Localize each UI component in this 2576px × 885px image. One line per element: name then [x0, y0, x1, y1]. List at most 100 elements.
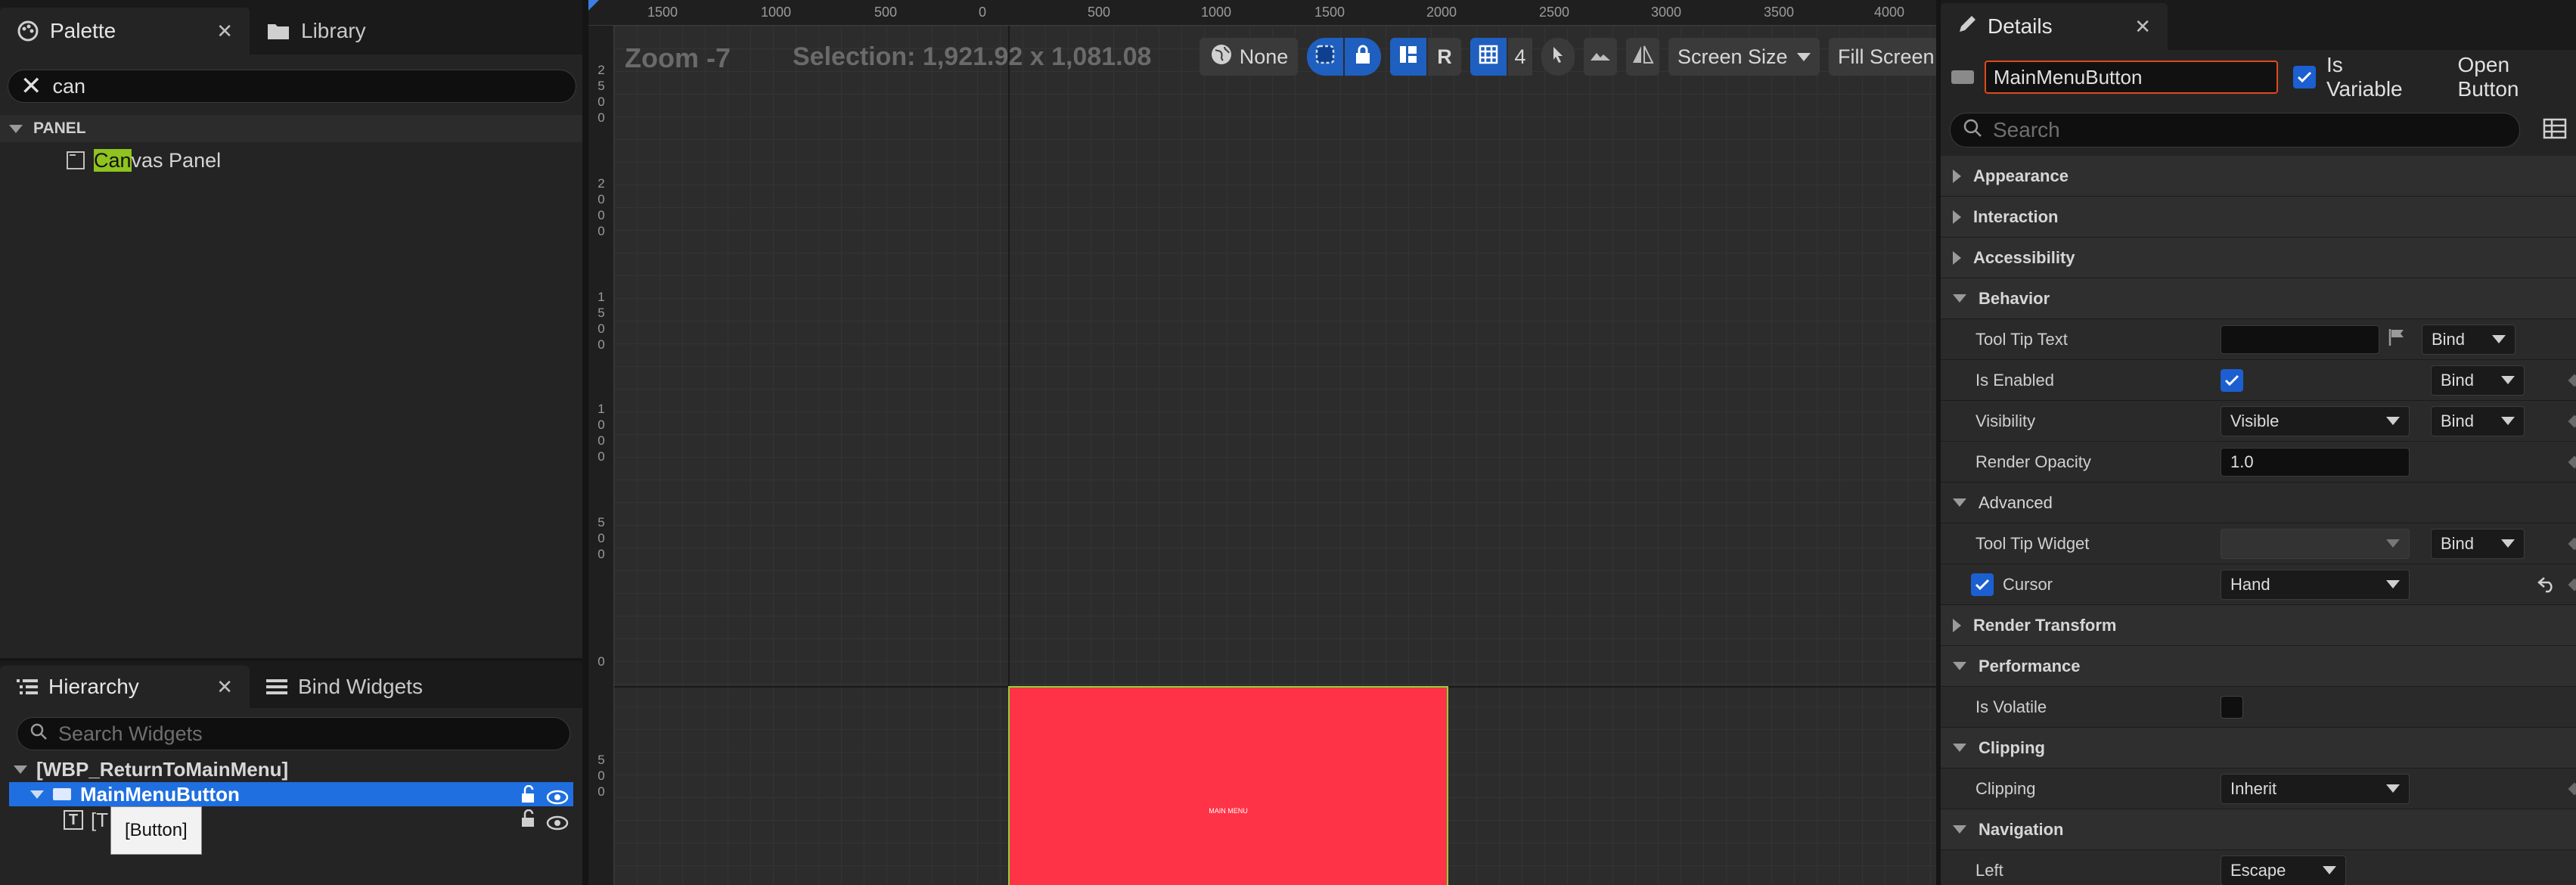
visibility-value: Visible [2230, 411, 2280, 430]
group-performance[interactable]: Performance [1941, 646, 2576, 687]
image-button[interactable] [1584, 38, 1617, 76]
prop-is-enabled: Is Enabled Bind [1941, 360, 2576, 401]
tool-tip-widget-bind-dropdown[interactable]: Bind [2431, 528, 2525, 559]
tab-library[interactable]: Library [250, 8, 401, 54]
render-opacity-input[interactable]: 1.0 [2221, 447, 2410, 477]
diamond-icon[interactable] [2568, 455, 2576, 468]
designer-viewport[interactable]: 1500 1000 500 0 500 1000 1500 2000 2500 3000 3500 4… [588, 0, 1936, 885]
group-interaction[interactable]: Interaction [1941, 197, 2576, 238]
prop-visibility: Visibility Visible Bind [1941, 401, 2576, 442]
cursor-arrow-icon [1550, 45, 1566, 69]
r-button[interactable]: R [1428, 38, 1461, 76]
hierarchy-tabbar: Hierarchy ✕ Bind Widgets [0, 661, 582, 708]
clipping-dropdown[interactable]: Inherit [2221, 773, 2410, 804]
prop-is-volatile-label: Is Volatile [1975, 697, 2047, 716]
diamond-icon[interactable] [2568, 578, 2576, 591]
dashed-outline-button[interactable] [1307, 38, 1343, 76]
details-panel: Details ✕ MainMenuButton Is Variable Ope… [1941, 0, 2576, 885]
ruler-left: 2500 2000 1500 1000 500 0 500 [588, 26, 614, 885]
pencil-icon [1957, 14, 1977, 39]
group-appearance-label: Appearance [1973, 166, 2069, 185]
palette-item-label: vas Panel [131, 148, 222, 172]
main-menu-button-preview[interactable]: MAIN MENU [1008, 686, 1448, 885]
diamond-icon[interactable] [2568, 415, 2576, 427]
close-icon[interactable]: ✕ [216, 20, 233, 43]
widget-name-input[interactable]: MainMenuButton [1984, 61, 2279, 94]
diamond-icon[interactable] [2568, 374, 2576, 387]
button-widget-icon [53, 788, 71, 800]
chevron-down-icon [2501, 417, 2515, 425]
palette-item-canvas-panel[interactable]: Canvas Panel [0, 142, 582, 179]
group-behavior[interactable]: Behavior [1941, 278, 2576, 319]
tab-bind-widgets[interactable]: Bind Widgets [250, 666, 446, 708]
close-icon[interactable]: ✕ [2134, 15, 2151, 39]
lock-button[interactable] [1345, 38, 1381, 76]
layout-button[interactable] [1390, 38, 1426, 76]
tool-tip-text-input[interactable] [2221, 324, 2379, 354]
hierarchy-search-input[interactable]: Search Widgets [17, 717, 570, 750]
grid-snap-button[interactable] [1470, 38, 1507, 76]
group-advanced[interactable]: Advanced [1941, 483, 2576, 523]
prop-is-volatile: Is Volatile [1941, 687, 2576, 728]
is-volatile-checkbox[interactable] [2221, 695, 2243, 719]
group-clipping[interactable]: Clipping [1941, 728, 2576, 769]
hierarchy-row-text[interactable]: T [T MENU" [9, 806, 573, 834]
diamond-icon[interactable] [2568, 537, 2576, 550]
ruler-top-tick: 0 [979, 5, 987, 20]
chevron-down-icon [2386, 784, 2400, 793]
chevron-right-icon [1953, 169, 1961, 183]
screen-size-dropdown[interactable]: Screen Size [1668, 38, 1820, 76]
group-render-transform[interactable]: Render Transform [1941, 605, 2576, 646]
details-search-input[interactable]: Search [1950, 113, 2520, 148]
hierarchy-tooltip: [Button] [110, 806, 202, 855]
localization-preview-button[interactable]: None [1200, 38, 1298, 76]
hierarchy-row-mainmenubutton[interactable]: MainMenuButton [9, 782, 573, 806]
clear-search-icon[interactable]: ✕ [20, 73, 42, 99]
bind-label: Bind [2432, 329, 2466, 349]
cursor-override-checkbox[interactable] [1971, 573, 1994, 596]
group-appearance[interactable]: Appearance [1941, 156, 2576, 197]
close-icon[interactable]: ✕ [216, 675, 233, 699]
is-variable-label: Is Variable [2326, 53, 2403, 101]
prop-render-opacity-label: Render Opacity [1975, 452, 2091, 471]
fill-screen-dropdown[interactable]: Fill Screen [1829, 38, 1936, 76]
flag-icon[interactable] [2387, 328, 2407, 351]
palette-panel: Palette ✕ Library ✕ can PANEL Canvas Pan… [0, 0, 582, 658]
is-variable-checkbox[interactable] [2293, 66, 2316, 88]
palette-category-panel[interactable]: PANEL [0, 115, 582, 142]
grid-size-value[interactable]: 4 [1508, 38, 1532, 76]
hierarchy-root-label: [WBP_ReturnToMainMenu] [36, 757, 289, 781]
chevron-down-icon [1953, 498, 1966, 507]
unlock-icon[interactable] [520, 809, 537, 833]
unlock-icon[interactable] [520, 784, 537, 809]
is-enabled-checkbox[interactable] [2221, 368, 2243, 392]
tab-palette[interactable]: Palette ✕ [0, 8, 250, 54]
tab-hierarchy[interactable]: Hierarchy ✕ [0, 666, 250, 708]
left-nav-dropdown[interactable]: Escape [2221, 855, 2346, 885]
group-navigation-label: Navigation [1979, 819, 2064, 839]
open-button-link[interactable]: Open Button [2458, 53, 2576, 101]
prop-left: Left Escape [1941, 850, 2576, 885]
table-view-icon[interactable] [2543, 118, 2567, 143]
visibility-bind-dropdown[interactable]: Bind [2431, 405, 2525, 436]
group-accessibility[interactable]: Accessibility [1941, 238, 2576, 278]
cursor-dropdown[interactable]: Hand [2221, 569, 2410, 600]
chevron-down-icon [2386, 580, 2400, 588]
chevron-down-icon [2323, 866, 2336, 874]
tool-tip-bind-dropdown[interactable]: Bind [2422, 324, 2515, 355]
cursor-button[interactable] [1541, 38, 1575, 76]
reset-arrow-icon[interactable] [2537, 575, 2556, 597]
mirror-button[interactable] [1626, 38, 1659, 76]
tab-details[interactable]: Details ✕ [1941, 3, 2168, 50]
visibility-dropdown[interactable]: Visible [2221, 405, 2410, 436]
palette-search-input[interactable]: ✕ can [8, 70, 576, 103]
group-navigation[interactable]: Navigation [1941, 809, 2576, 850]
diamond-icon[interactable] [2568, 782, 2576, 795]
eye-icon[interactable] [546, 812, 569, 836]
hierarchy-root-row[interactable]: [WBP_ReturnToMainMenu] [0, 756, 582, 782]
tool-tip-widget-dropdown[interactable] [2221, 528, 2410, 559]
group-performance-label: Performance [1979, 656, 2081, 675]
is-enabled-bind-dropdown[interactable]: Bind [2431, 365, 2525, 396]
chevron-down-icon [2386, 539, 2400, 548]
bind-widgets-icon [266, 678, 287, 696]
